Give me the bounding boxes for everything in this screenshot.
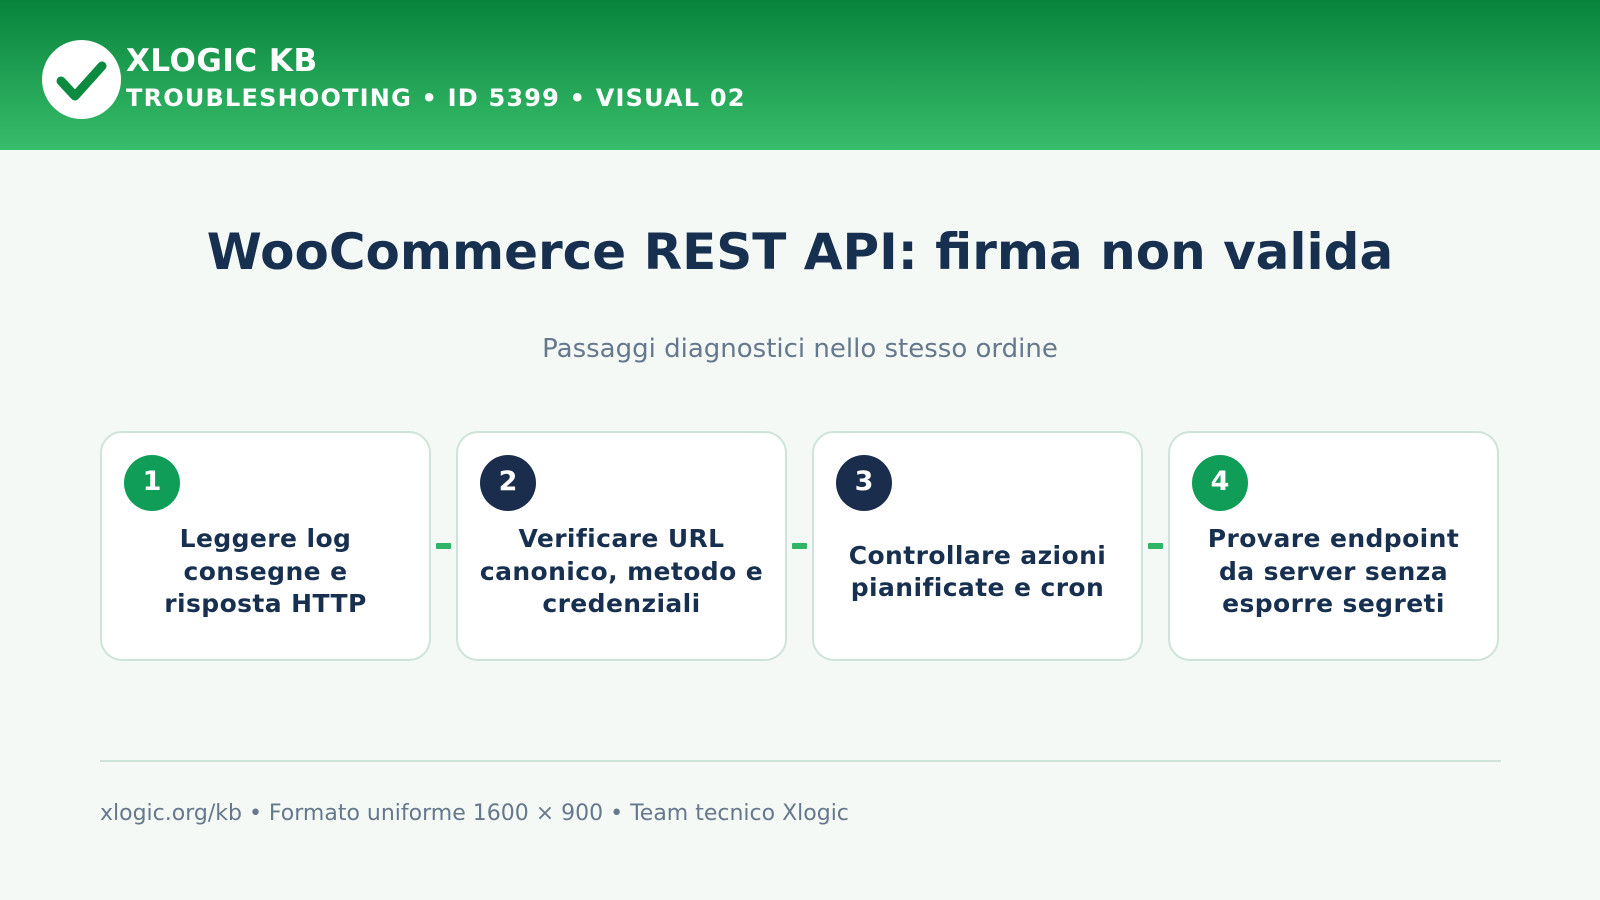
step-number-badge: 1 <box>124 455 180 511</box>
brand-subtitle: TROUBLESHOOTING • ID 5399 • VISUAL 02 <box>126 84 746 112</box>
step-number-badge: 4 <box>1192 455 1248 511</box>
page-subtitle: Passaggi diagnostici nello stesso ordine <box>542 334 1058 364</box>
step-text: Provare endpoint da server senza esporre… <box>1207 524 1460 619</box>
step-number-badge: 3 <box>836 455 892 511</box>
step-text: Controllare azioni pianificate e cron <box>848 540 1107 603</box>
check-circle-icon <box>42 40 121 119</box>
step-connector <box>1148 543 1163 549</box>
page-title: WooCommerce REST API: firma non valida <box>206 223 1394 281</box>
step-card-3: 3 Controllare azioni pianificate e cron <box>812 431 1143 661</box>
step-card-4: 4 Provare endpoint da server senza espor… <box>1168 431 1499 661</box>
footer-text: xlogic.org/kb • Formato uniforme 1600 × … <box>100 801 849 826</box>
step-text: Verificare URL canonico, metodo e creden… <box>479 524 764 619</box>
step-connector <box>792 543 807 549</box>
footer-divider <box>100 760 1501 762</box>
step-card-1: 1 Leggere log consegne e risposta HTTP <box>100 431 431 661</box>
step-card-2: 2 Verificare URL canonico, metodo e cred… <box>456 431 787 661</box>
step-text: Leggere log consegne e risposta HTTP <box>164 524 367 619</box>
header-banner: XLOGIC KB TROUBLESHOOTING • ID 5399 • VI… <box>0 0 1600 150</box>
step-number-badge: 2 <box>480 455 536 511</box>
brand-title: XLOGIC KB <box>126 43 318 79</box>
step-connector <box>436 543 451 549</box>
